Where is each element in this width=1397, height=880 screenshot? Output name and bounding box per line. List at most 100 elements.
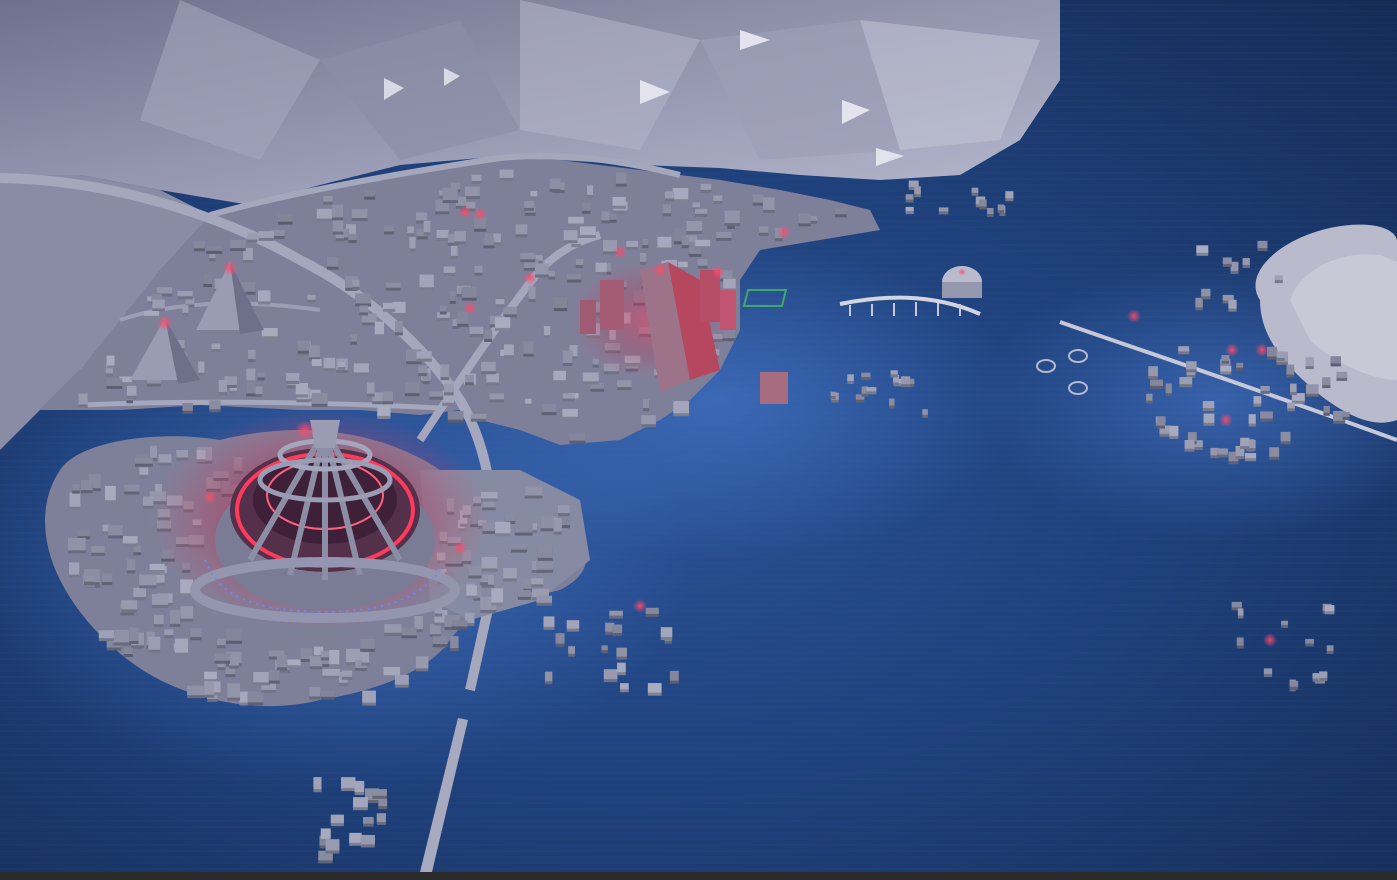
bottom-status-strip	[0, 872, 1397, 880]
building	[1286, 364, 1295, 378]
building	[612, 624, 623, 637]
building	[106, 378, 123, 389]
building	[1322, 377, 1331, 389]
dome-arena[interactable]	[150, 410, 490, 630]
building	[525, 398, 532, 407]
building	[568, 646, 575, 657]
building	[587, 185, 594, 198]
building	[332, 220, 344, 235]
building	[311, 392, 328, 407]
building	[647, 683, 662, 696]
building	[901, 376, 911, 388]
building	[352, 279, 360, 290]
building	[1342, 411, 1350, 420]
building	[471, 174, 482, 184]
building	[105, 485, 116, 504]
building	[543, 326, 551, 339]
building	[491, 588, 504, 606]
building	[139, 574, 157, 589]
building	[190, 628, 202, 641]
building	[415, 656, 429, 672]
building	[124, 484, 140, 495]
building	[499, 169, 514, 181]
building	[1202, 401, 1215, 412]
city-map-scene[interactable]	[0, 0, 1397, 872]
building	[609, 610, 623, 619]
building	[549, 178, 561, 192]
game-viewport[interactable]	[0, 0, 1397, 880]
building	[1253, 396, 1262, 407]
building	[108, 525, 123, 539]
building	[515, 224, 528, 238]
building	[247, 691, 264, 706]
building	[1245, 453, 1257, 462]
building	[77, 529, 90, 540]
building	[1242, 258, 1250, 268]
building	[158, 454, 172, 466]
building	[603, 669, 618, 683]
building	[182, 305, 189, 316]
building	[429, 623, 441, 638]
building	[752, 194, 764, 206]
building	[416, 351, 432, 362]
building	[439, 305, 447, 315]
observatory-dome[interactable]	[942, 266, 982, 298]
building	[384, 624, 402, 636]
building	[308, 345, 320, 361]
building	[149, 563, 165, 574]
building	[218, 380, 227, 396]
building	[494, 317, 511, 331]
building	[450, 636, 459, 652]
building	[360, 638, 375, 652]
building	[1156, 416, 1165, 429]
building	[129, 627, 139, 644]
building	[601, 211, 610, 224]
building	[464, 374, 474, 386]
building	[247, 232, 258, 243]
building	[359, 305, 368, 316]
building	[362, 817, 374, 827]
building	[847, 374, 854, 384]
building	[443, 266, 456, 276]
building	[524, 201, 534, 211]
building	[69, 562, 80, 578]
building	[230, 239, 246, 252]
building	[626, 240, 639, 250]
building	[444, 383, 454, 396]
building	[535, 263, 549, 278]
building	[1287, 402, 1295, 412]
red-beacon	[711, 265, 725, 279]
building	[376, 813, 386, 825]
building	[615, 172, 627, 187]
building	[1222, 257, 1232, 267]
building	[1240, 437, 1250, 450]
building	[664, 191, 675, 202]
building	[536, 561, 554, 573]
red-beacon	[203, 490, 217, 504]
building	[297, 340, 310, 354]
building	[469, 326, 484, 337]
building	[1336, 371, 1348, 381]
building	[354, 780, 365, 796]
building	[582, 372, 599, 385]
building	[126, 385, 137, 399]
building	[553, 370, 566, 384]
building	[278, 214, 293, 225]
building	[681, 237, 689, 249]
building	[548, 270, 556, 280]
red-beacon	[523, 271, 537, 285]
building	[1005, 191, 1014, 202]
building	[361, 652, 370, 666]
red-beacon	[453, 541, 467, 555]
building	[276, 655, 288, 671]
building	[404, 382, 420, 397]
building	[122, 536, 138, 547]
building	[562, 408, 578, 420]
building	[1323, 405, 1330, 416]
building	[409, 237, 416, 252]
building	[1305, 638, 1314, 647]
building	[1165, 383, 1172, 397]
building	[436, 229, 449, 241]
building	[341, 777, 356, 792]
building	[1220, 365, 1232, 375]
